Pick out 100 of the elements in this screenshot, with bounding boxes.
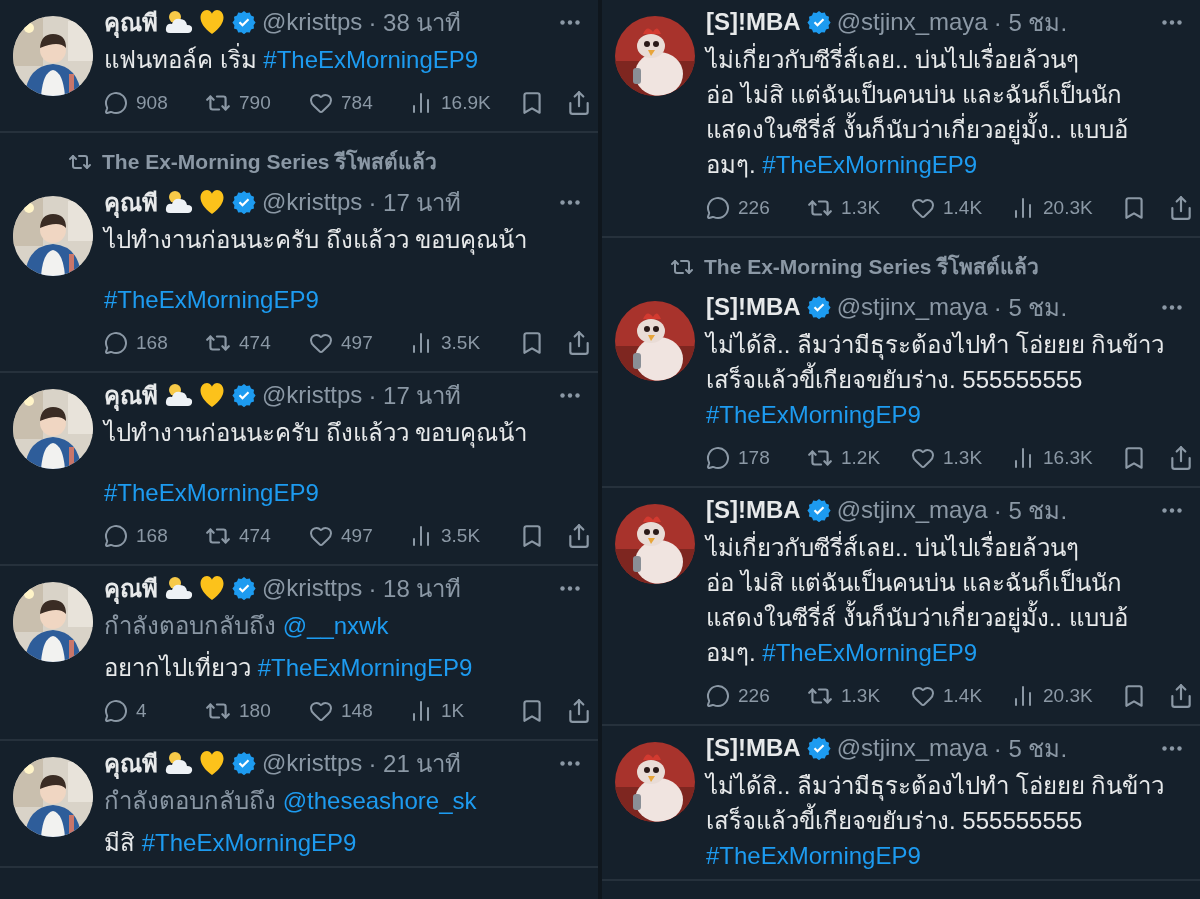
- like-button[interactable]: 1.4K: [911, 196, 1011, 220]
- share-icon: [1168, 683, 1194, 709]
- hashtag-link[interactable]: #TheExMorningEP9: [706, 842, 921, 869]
- display-name[interactable]: คุณพี: [104, 2, 158, 42]
- user-handle[interactable]: @kristtps: [262, 381, 363, 409]
- speech-bubble-icon: [706, 684, 730, 708]
- display-name[interactable]: [S]!MBA: [706, 293, 801, 321]
- reply-button[interactable]: 226: [706, 684, 807, 708]
- tweet-text: ไม่ได้สิ.. ลืมว่ามีธุระต้องไปทำ โอ่ยยย กินข้าว เสร็จแล้วขี้เกียจขยับร่าง. 555555555 #TheExMorningEP9: [706, 771, 1166, 871]
- post-time: · 17 นาที: [368, 187, 462, 218]
- repost-button[interactable]: 474: [205, 330, 309, 356]
- user-handle[interactable]: @stjinx_maya: [836, 293, 988, 321]
- views-button[interactable]: 3.5K: [409, 524, 519, 548]
- tweet-text: ไม่เกี่ยวกับซีรี่ส์เลย.. บ่นไปเรื่อยล้วนๆ อ่อ ไม่สิ แต่ฉันเป็นคนบ่น และฉันก็เป็นนัก แสดงในซีรี่ส์ งั้นก็นับว่าเกี่ยวอยู่มั้ง.. แบบอ้ อมๆ. #TheExMorningEP9: [706, 42, 1186, 182]
- post-time: · 5 ชม.: [993, 292, 1068, 323]
- post-time: · 17 นาที: [368, 380, 462, 411]
- reply-context: กำลังตอบกลับถึง @theseashore_sk: [104, 786, 478, 816]
- repost-button[interactable]: 1.3K: [807, 683, 911, 709]
- reply-button[interactable]: 168: [104, 524, 205, 548]
- repost-button[interactable]: 1.3K: [807, 195, 911, 221]
- more-icon: [1162, 304, 1182, 310]
- user-handle[interactable]: @stjinx_maya: [836, 8, 988, 36]
- reply-button[interactable]: 4: [104, 699, 205, 723]
- speech-bubble-icon: [104, 524, 128, 548]
- speech-bubble-icon: [706, 196, 730, 220]
- tweet-text: มีสิ #TheExMorningEP9: [104, 828, 358, 858]
- mention-link[interactable]: @theseashore_sk: [282, 787, 477, 814]
- user-handle[interactable]: @stjinx_maya: [836, 734, 988, 762]
- views-button[interactable]: 1K: [409, 699, 519, 723]
- heart-icon: [309, 699, 333, 723]
- more-icon: [560, 585, 580, 591]
- repost-label: The Ex-Morning Series รีโพสต์แล้ว: [102, 148, 438, 175]
- post-time: · 21 นาที: [368, 748, 462, 779]
- reply-button[interactable]: 178: [706, 446, 807, 470]
- hashtag-link[interactable]: #TheExMorningEP9: [762, 639, 978, 666]
- reply-button[interactable]: 168: [104, 331, 205, 355]
- tweet-text: ไม่เกี่ยวกับซีรี่ส์เลย.. บ่นไปเรื่อยล้วนๆ อ่อ ไม่สิ แต่ฉันเป็นคนบ่น และฉันก็เป็นนัก แสดงในซีรี่ส์ งั้นก็นับว่าเกี่ยวอยู่มั้ง.. แบบอ้ อมๆ. #TheExMorningEP9: [706, 530, 1186, 670]
- more-icon: [1162, 745, 1182, 751]
- like-button[interactable]: 784: [309, 91, 409, 115]
- repost-button[interactable]: 180: [205, 698, 309, 724]
- reply-button[interactable]: 226: [706, 196, 807, 220]
- user-handle[interactable]: @kristtps: [262, 188, 363, 216]
- more-icon: [560, 760, 580, 766]
- user-handle[interactable]: @stjinx_maya: [836, 496, 988, 524]
- views-button[interactable]: 20.3K: [1011, 196, 1121, 220]
- mention-link[interactable]: @__nxwk: [282, 612, 389, 639]
- user-handle[interactable]: @kristtps: [262, 574, 363, 602]
- speech-bubble-icon: [104, 331, 128, 355]
- more-icon: [1162, 19, 1182, 25]
- reply-button[interactable]: 908: [104, 91, 205, 115]
- display-name[interactable]: คุณพี: [104, 375, 158, 415]
- user-handle[interactable]: @kristtps: [262, 749, 363, 777]
- post-time: · 18 นาที: [368, 573, 462, 604]
- repost-button[interactable]: 474: [205, 523, 309, 549]
- speech-bubble-icon: [104, 91, 128, 115]
- display-name[interactable]: คุณพี: [104, 568, 158, 608]
- speech-bubble-icon: [104, 699, 128, 723]
- hashtag-link[interactable]: #TheExMorningEP9: [263, 46, 479, 73]
- heart-icon: [309, 524, 333, 548]
- post-time: · 5 ชม.: [993, 7, 1068, 38]
- repost-label: The Ex-Morning Series รีโพสต์แล้ว: [704, 253, 1040, 280]
- views-button[interactable]: 20.3K: [1011, 684, 1121, 708]
- heart-icon: [911, 196, 935, 220]
- user-handle[interactable]: @kristtps: [262, 8, 363, 36]
- display-name[interactable]: คุณพี: [104, 743, 158, 783]
- hashtag-link[interactable]: #TheExMorningEP9: [257, 654, 473, 681]
- post-time: · 38 นาที: [368, 7, 462, 38]
- post-time: · 5 ชม.: [993, 495, 1068, 526]
- like-button[interactable]: 497: [309, 524, 409, 548]
- display-name[interactable]: [S]!MBA: [706, 496, 801, 524]
- hashtag-link[interactable]: #TheExMorningEP9: [141, 829, 357, 856]
- like-button[interactable]: 497: [309, 331, 409, 355]
- like-button[interactable]: 1.4K: [911, 684, 1011, 708]
- share-icon: [566, 90, 592, 116]
- heart-icon: [911, 684, 935, 708]
- heart-icon: [309, 91, 333, 115]
- views-button[interactable]: 16.9K: [409, 91, 519, 115]
- share-icon: [566, 330, 592, 356]
- tweet-text: ไปทำงานก่อนนะครับ ถึงแล้วว ขอบคุณน้า: [104, 225, 529, 257]
- display-name[interactable]: [S]!MBA: [706, 734, 801, 762]
- display-name[interactable]: คุณพี: [104, 182, 158, 222]
- hashtag-link[interactable]: #TheExMorningEP9: [104, 286, 319, 313]
- post-time: · 5 ชม.: [993, 733, 1068, 764]
- views-button[interactable]: 3.5K: [409, 331, 519, 355]
- speech-bubble-icon: [706, 446, 730, 470]
- views-button[interactable]: 16.3K: [1011, 446, 1121, 470]
- like-button[interactable]: 1.3K: [911, 446, 1011, 470]
- tweet-text: ไม่ได้สิ.. ลืมว่ามีธุระต้องไปทำ โอ่ยยย กินข้าว เสร็จแล้วขี้เกียจขยับร่าง. 555555555 #TheExMorningEP9: [706, 330, 1166, 430]
- share-icon: [1168, 445, 1194, 471]
- tweet-text: แฟนทอล์ค เริ่ม #TheExMorningEP9: [104, 42, 584, 77]
- share-icon: [566, 523, 592, 549]
- hashtag-link[interactable]: #TheExMorningEP9: [762, 151, 978, 178]
- hashtag-link[interactable]: #TheExMorningEP9: [706, 401, 921, 428]
- hashtag-link[interactable]: #TheExMorningEP9: [104, 479, 319, 506]
- repost-button[interactable]: 790: [205, 90, 309, 116]
- tweet-text: ไปทำงานก่อนนะครับ ถึงแล้วว ขอบคุณน้า: [104, 418, 529, 450]
- more-icon: [560, 199, 580, 205]
- repost-button[interactable]: 1.2K: [807, 445, 911, 471]
- like-button[interactable]: 148: [309, 699, 409, 723]
- display-name[interactable]: [S]!MBA: [706, 8, 801, 36]
